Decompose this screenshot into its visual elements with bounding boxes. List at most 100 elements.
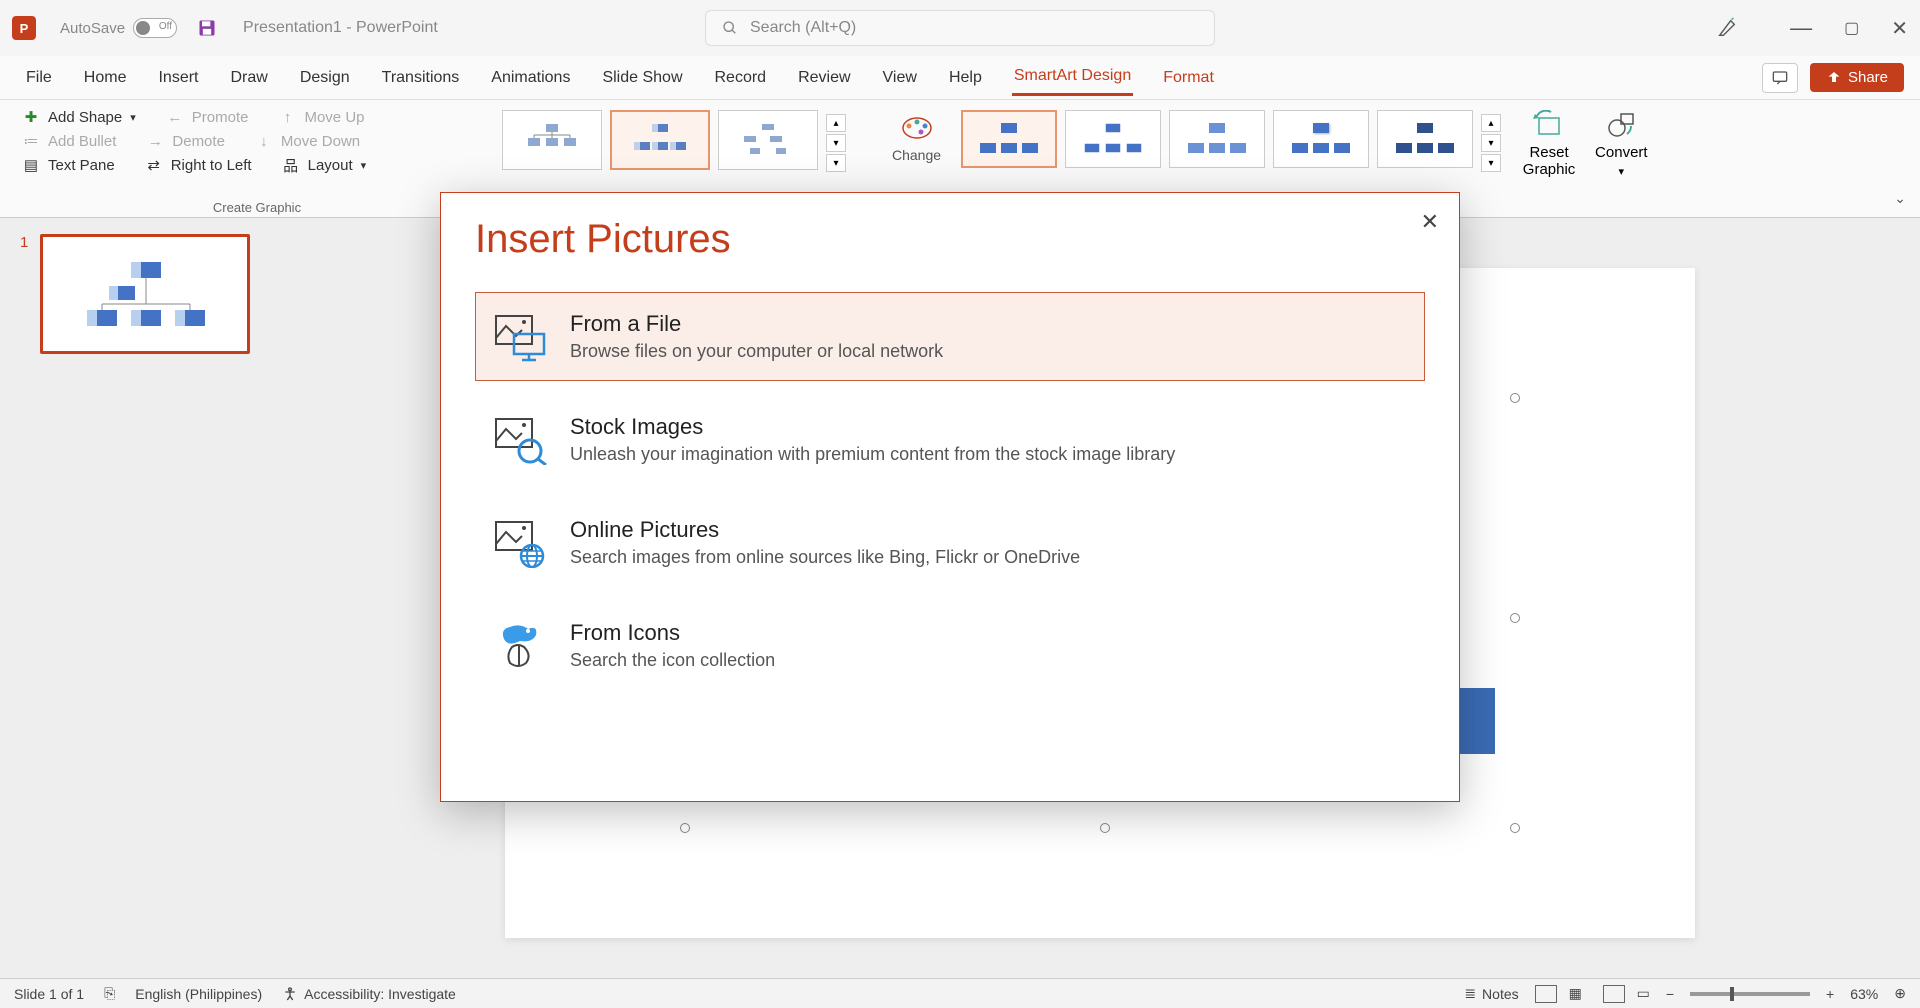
spellcheck-icon[interactable]: ⎘: [104, 985, 115, 1002]
toggle-switch[interactable]: [133, 18, 177, 38]
tab-view[interactable]: View: [881, 61, 919, 95]
handle-icon[interactable]: [1510, 613, 1520, 623]
rtl-button[interactable]: ⇄Right to Left: [145, 156, 252, 174]
close-button[interactable]: ✕: [1891, 16, 1908, 41]
search-placeholder: Search (Alt+Q): [750, 19, 856, 37]
minimize-button[interactable]: —: [1790, 15, 1812, 41]
style-scroll: ▴ ▾ ▾: [1481, 114, 1501, 172]
language-indicator[interactable]: English (Philippines): [135, 986, 262, 1002]
handle-icon[interactable]: [1100, 823, 1110, 833]
handle-icon[interactable]: [680, 823, 690, 833]
option-stock-images[interactable]: Stock Images Unleash your imagination wi…: [475, 395, 1425, 484]
add-shape-button[interactable]: ✚Add Shape ▾: [22, 108, 136, 126]
dialog-title: Insert Pictures: [475, 217, 1425, 262]
change-colors-label: Change: [892, 147, 941, 163]
tab-transitions[interactable]: Transitions: [380, 61, 462, 95]
layout-option-3[interactable]: [718, 110, 818, 170]
option-title: Stock Images: [570, 414, 1175, 440]
fit-to-window-icon[interactable]: ⊕: [1894, 985, 1906, 1002]
style-option-5[interactable]: [1377, 110, 1473, 168]
style-scroll-more[interactable]: ▾: [1481, 154, 1501, 172]
thumbnail-panel: 1: [0, 218, 280, 988]
tab-smartart-design[interactable]: SmartArt Design: [1012, 59, 1133, 96]
tab-design[interactable]: Design: [298, 61, 352, 95]
palette-icon: [899, 112, 935, 140]
option-title: From Icons: [570, 620, 775, 646]
style-option-4[interactable]: [1273, 110, 1369, 168]
option-online-pictures[interactable]: Online Pictures Search images from onlin…: [475, 498, 1425, 587]
reading-view-icon[interactable]: [1603, 985, 1625, 1003]
notes-button[interactable]: ≣ Notes: [1464, 985, 1518, 1002]
layout-option-1[interactable]: [502, 110, 602, 170]
handle-icon[interactable]: [1510, 393, 1520, 403]
option-title: Online Pictures: [570, 517, 1080, 543]
save-icon[interactable]: [197, 18, 217, 38]
sorter-view-icon[interactable]: ▦: [1569, 985, 1591, 1003]
comment-icon: [1771, 70, 1789, 86]
style-scroll-down[interactable]: ▾: [1481, 134, 1501, 152]
style-option-2[interactable]: [1065, 110, 1161, 168]
option-from-icons[interactable]: From Icons Search the icon collection: [475, 601, 1425, 690]
layout-button[interactable]: 品Layout ▾: [282, 156, 367, 174]
option-desc: Browse files on your computer or local n…: [570, 341, 943, 362]
powerpoint-icon: P: [12, 16, 36, 40]
text-pane-button[interactable]: ▤Text Pane: [22, 156, 115, 174]
move-up-button: ↑Move Up: [278, 108, 364, 126]
layout-option-2[interactable]: [610, 110, 710, 170]
tab-draw[interactable]: Draw: [228, 61, 269, 95]
layout-scroll-up[interactable]: ▴: [826, 114, 846, 132]
tab-animations[interactable]: Animations: [489, 61, 572, 95]
autosave-toggle[interactable]: AutoSave: [60, 18, 177, 38]
option-title: From a File: [570, 311, 943, 337]
move-down-button: ↓Move Down: [255, 132, 360, 150]
slideshow-view-icon[interactable]: ▭: [1637, 985, 1650, 1003]
zoom-in-button[interactable]: +: [1826, 986, 1834, 1002]
tab-format[interactable]: Format: [1161, 61, 1216, 95]
tab-record[interactable]: Record: [713, 61, 769, 95]
style-scroll-up[interactable]: ▴: [1481, 114, 1501, 132]
dialog-close-button[interactable]: ✕: [1421, 209, 1439, 235]
option-desc: Unleash your imagination with premium co…: [570, 444, 1175, 465]
slide-indicator[interactable]: Slide 1 of 1: [14, 986, 84, 1002]
from-icons-icon: [492, 621, 552, 671]
tab-slideshow[interactable]: Slide Show: [600, 61, 684, 95]
document-title: Presentation1 - PowerPoint: [243, 19, 438, 37]
org-chart-mini-icon: [65, 254, 225, 334]
ribbon-expand-icon[interactable]: ⌄: [1894, 190, 1906, 207]
zoom-level[interactable]: 63%: [1850, 986, 1878, 1002]
insert-pictures-dialog: ✕ Insert Pictures From a File Browse fil…: [440, 192, 1460, 802]
group-reset: Reset Graphic Convert ▾ Reset: [1501, 104, 1668, 217]
layout-scroll: ▴ ▾ ▾: [826, 114, 846, 172]
convert-icon: [1603, 110, 1639, 140]
share-button[interactable]: Share: [1810, 63, 1904, 92]
style-option-1[interactable]: [961, 110, 1057, 168]
share-icon: [1826, 70, 1842, 86]
zoom-out-button[interactable]: −: [1666, 986, 1674, 1002]
tab-insert[interactable]: Insert: [156, 61, 200, 95]
from-file-icon: [492, 312, 552, 362]
maximize-button[interactable]: ▢: [1844, 18, 1859, 38]
title-bar: P AutoSave Presentation1 - PowerPoint Se…: [0, 0, 1920, 56]
zoom-slider[interactable]: [1690, 992, 1810, 996]
search-input[interactable]: Search (Alt+Q): [705, 10, 1215, 46]
mic-icon[interactable]: [1716, 17, 1738, 39]
view-mode-icons: ▦ ▭: [1535, 985, 1650, 1003]
option-desc: Search the icon collection: [570, 650, 775, 671]
style-option-3[interactable]: [1169, 110, 1265, 168]
option-desc: Search images from online sources like B…: [570, 547, 1080, 568]
comments-button[interactable]: [1762, 63, 1798, 93]
promote-button: ←Promote: [166, 108, 249, 126]
option-from-file[interactable]: From a File Browse files on your compute…: [475, 292, 1425, 381]
slide-thumbnail-1[interactable]: [40, 234, 250, 354]
ribbon-tabs: File Home Insert Draw Design Transitions…: [0, 56, 1920, 100]
normal-view-icon[interactable]: [1535, 985, 1557, 1003]
layout-scroll-more[interactable]: ▾: [826, 154, 846, 172]
accessibility-icon[interactable]: Accessibility: Investigate: [282, 986, 456, 1002]
tab-home[interactable]: Home: [82, 61, 129, 95]
tab-help[interactable]: Help: [947, 61, 984, 95]
tab-file[interactable]: File: [24, 61, 54, 95]
handle-icon[interactable]: [1510, 823, 1520, 833]
layout-scroll-down[interactable]: ▾: [826, 134, 846, 152]
add-bullet-button: ≔Add Bullet: [22, 132, 116, 150]
tab-review[interactable]: Review: [796, 61, 852, 95]
